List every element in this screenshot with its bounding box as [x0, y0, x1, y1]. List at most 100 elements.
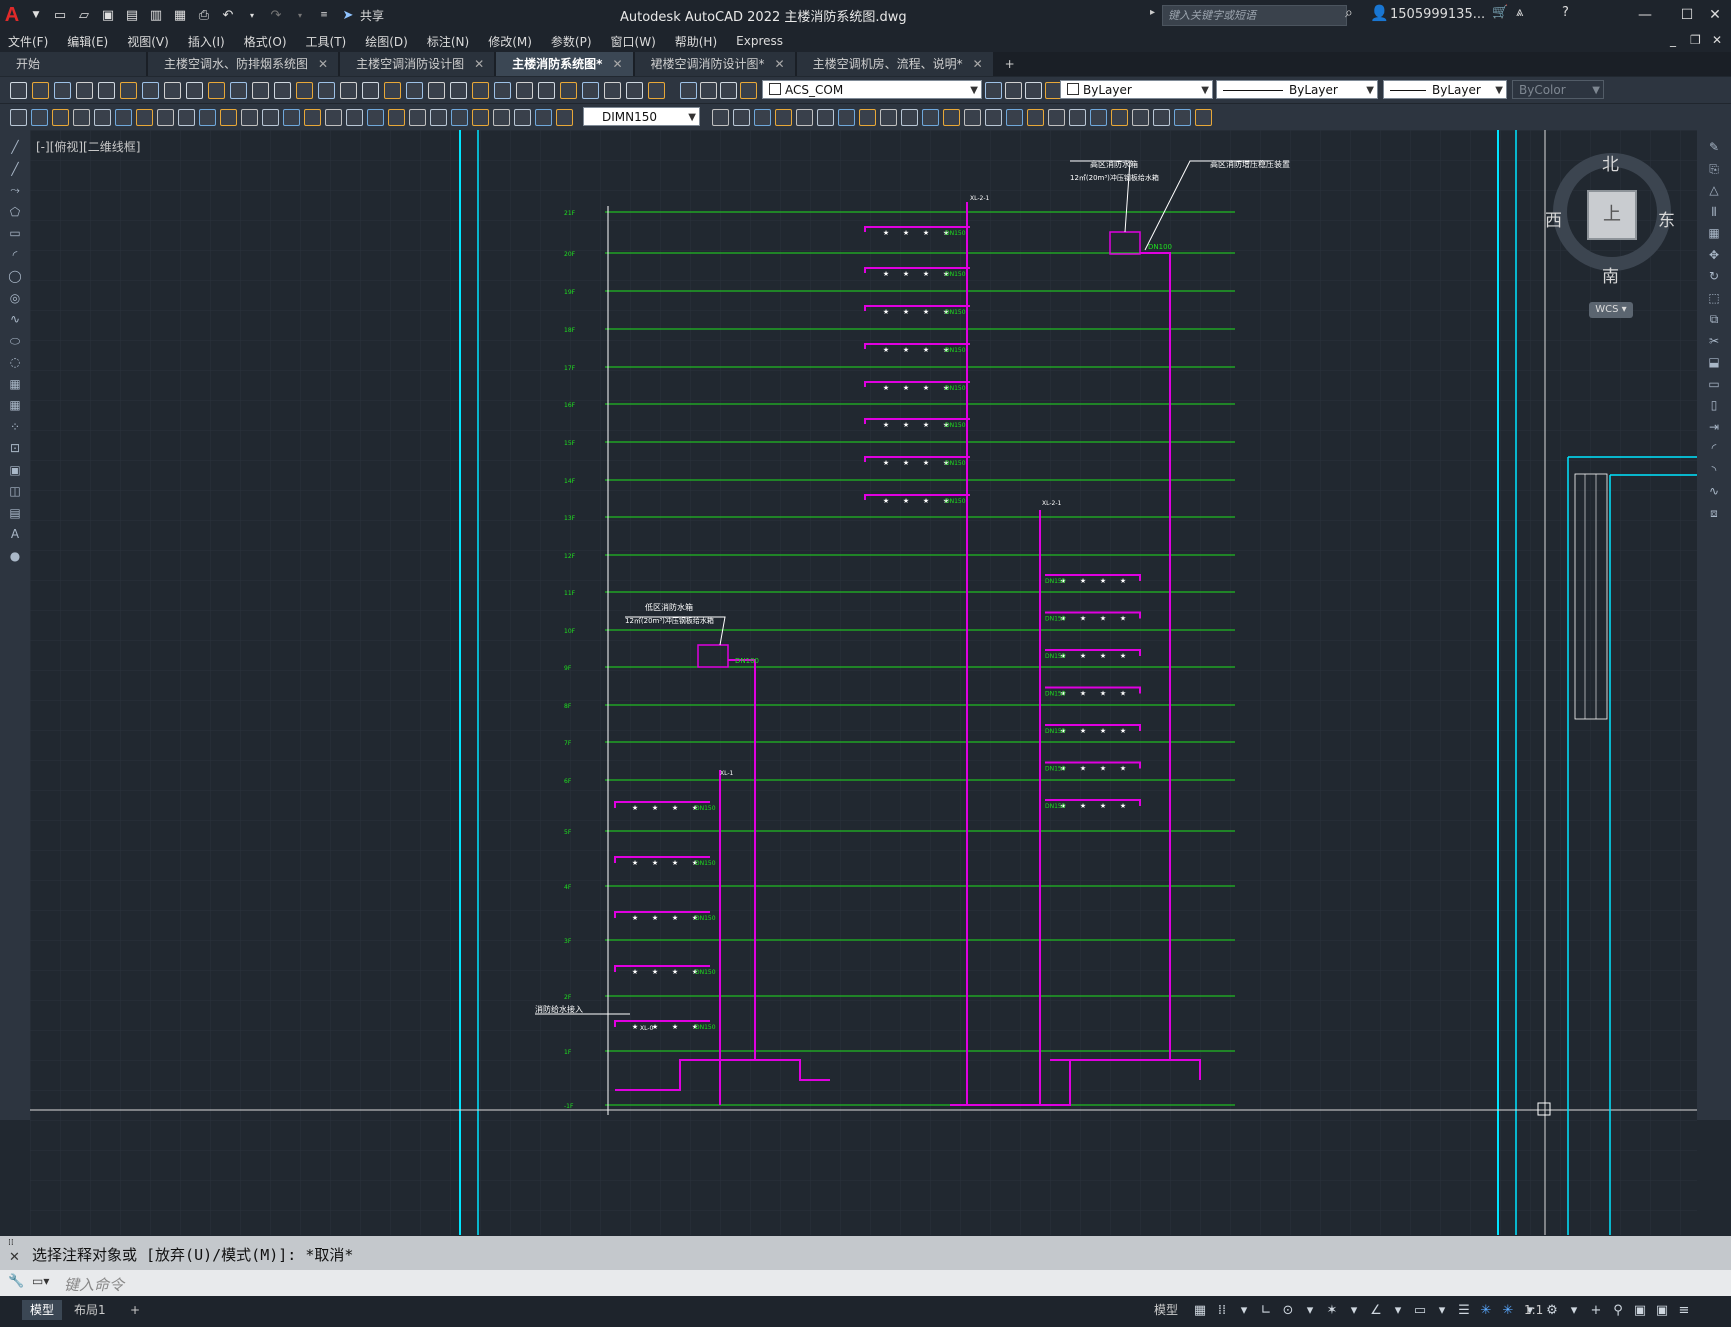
redo-dropdown-icon[interactable]: ▾: [292, 7, 308, 23]
share-button[interactable]: 共享: [360, 7, 384, 24]
menu-format[interactable]: 格式(O): [244, 33, 287, 50]
standard-tool-icon[interactable]: [1025, 82, 1042, 99]
dimension-tool-icon[interactable]: [10, 109, 27, 126]
new-file-icon[interactable]: ▭: [52, 7, 68, 23]
dimension-tool-icon[interactable]: [1153, 109, 1170, 126]
draw-tool-icon[interactable]: ▦: [8, 377, 22, 391]
ortho-icon[interactable]: ∟: [1258, 1303, 1274, 1319]
polar-icon[interactable]: ⊙: [1280, 1303, 1296, 1319]
draw-tool-icon[interactable]: ⬠: [8, 205, 22, 219]
wrench-icon[interactable]: 🔧: [8, 1274, 24, 1289]
customize-qat-icon[interactable]: ≡: [316, 7, 332, 23]
dimension-tool-icon[interactable]: [985, 109, 1002, 126]
dimension-tool-icon[interactable]: [94, 109, 111, 126]
standard-tool-icon[interactable]: [318, 82, 335, 99]
lineweight-combo[interactable]: ByLayer ▼: [1383, 80, 1507, 99]
dimension-tool-icon[interactable]: [964, 109, 981, 126]
dimension-tool-icon[interactable]: [220, 109, 237, 126]
modify-tool-icon[interactable]: ⫴: [1707, 205, 1721, 219]
standard-tool-icon[interactable]: [985, 82, 1002, 99]
osnap-menu-icon[interactable]: ▾: [1434, 1303, 1450, 1319]
draw-tool-icon[interactable]: ⁘: [8, 420, 22, 434]
modify-tool-icon[interactable]: ⎘: [1707, 162, 1721, 176]
menu-help[interactable]: 帮助(H): [675, 33, 717, 50]
draw-tool-icon[interactable]: ⬭: [8, 334, 22, 348]
dimension-tool-icon[interactable]: [1132, 109, 1149, 126]
standard-tool-icon[interactable]: [32, 82, 49, 99]
draw-tool-icon[interactable]: A: [8, 527, 22, 541]
close-button[interactable]: ✕: [1702, 4, 1728, 26]
draw-tool-icon[interactable]: ▭: [8, 226, 22, 240]
menu-draw[interactable]: 绘图(D): [365, 33, 408, 50]
standard-tool-icon[interactable]: [230, 82, 247, 99]
standard-tool-icon[interactable]: [700, 82, 717, 99]
dimension-tool-icon[interactable]: [73, 109, 90, 126]
grid-icon[interactable]: ▦: [1192, 1303, 1208, 1319]
dimension-tool-icon[interactable]: [262, 109, 279, 126]
modify-tool-icon[interactable]: ✎: [1707, 140, 1721, 154]
dimension-tool-icon[interactable]: [304, 109, 321, 126]
color-combo[interactable]: ByLayer ▼: [1060, 80, 1213, 99]
draw-tool-icon[interactable]: ◫: [8, 484, 22, 498]
dimension-tool-icon[interactable]: [325, 109, 342, 126]
draw-tool-icon[interactable]: ◌: [8, 355, 22, 369]
chevron-down-icon[interactable]: ▼: [28, 7, 44, 23]
dimension-tool-icon[interactable]: [493, 109, 510, 126]
layout-tab-layout1[interactable]: 布局1: [66, 1300, 114, 1320]
modify-tool-icon[interactable]: ⬓: [1707, 355, 1721, 369]
draw-tool-icon[interactable]: ∿: [8, 312, 22, 326]
hardware-icon[interactable]: ▣: [1654, 1303, 1670, 1319]
open-folder-icon[interactable]: ▱: [76, 7, 92, 23]
standard-tool-icon[interactable]: [98, 82, 115, 99]
save-as-icon[interactable]: ▤: [124, 7, 140, 23]
user-icon[interactable]: 👤: [1370, 4, 1389, 22]
standard-tool-icon[interactable]: [208, 82, 225, 99]
dimension-tool-icon[interactable]: [817, 109, 834, 126]
draw-tool-icon[interactable]: ●: [8, 549, 22, 563]
dimension-tool-icon[interactable]: [136, 109, 153, 126]
dimension-tool-icon[interactable]: [115, 109, 132, 126]
customize-icon[interactable]: ≡: [1676, 1303, 1692, 1319]
minimize-button[interactable]: —: [1632, 4, 1658, 26]
standard-tool-icon[interactable]: [450, 82, 467, 99]
standard-tool-icon[interactable]: [362, 82, 379, 99]
auto-scale-icon[interactable]: ✳: [1500, 1303, 1516, 1319]
standard-tool-icon[interactable]: [560, 82, 577, 99]
snap-menu-icon[interactable]: ▾: [1236, 1303, 1252, 1319]
close-icon[interactable]: ✕: [474, 57, 484, 71]
lineweight-icon[interactable]: ☰: [1456, 1303, 1472, 1319]
modify-tool-icon[interactable]: ⧈: [1707, 506, 1721, 520]
compass-west[interactable]: 西: [1545, 206, 1562, 231]
dimension-tool-icon[interactable]: [733, 109, 750, 126]
standard-tool-icon[interactable]: [10, 82, 27, 99]
dimension-tool-icon[interactable]: [283, 109, 300, 126]
compass-east[interactable]: 东: [1658, 206, 1675, 231]
tab-hvac-smoke[interactable]: 主楼空调水、防排烟系统图 ✕: [148, 52, 339, 76]
modify-tool-icon[interactable]: ◝: [1707, 463, 1721, 477]
cart-icon[interactable]: 🛒: [1492, 5, 1508, 20]
standard-tool-icon[interactable]: [604, 82, 621, 99]
modify-tool-icon[interactable]: ⬚: [1707, 291, 1721, 305]
osnap-icon[interactable]: ▭: [1412, 1303, 1428, 1319]
tab-machine-room[interactable]: 主楼空调机房、流程、说明* ✕: [796, 52, 993, 76]
standard-tool-icon[interactable]: [740, 82, 757, 99]
layout-tab-model[interactable]: 模型: [22, 1300, 63, 1320]
close-icon[interactable]: ✕: [775, 57, 785, 71]
standard-tool-icon[interactable]: [648, 82, 665, 99]
autocad-logo[interactable]: A: [4, 4, 20, 26]
standard-tool-icon[interactable]: [340, 82, 357, 99]
draw-tool-icon[interactable]: ◜: [8, 248, 22, 262]
standard-tool-icon[interactable]: [472, 82, 489, 99]
dimension-tool-icon[interactable]: [199, 109, 216, 126]
close-icon[interactable]: ✕: [612, 57, 622, 71]
layer-combo[interactable]: ACS_COM ▼: [762, 80, 982, 99]
compass-south[interactable]: 南: [1602, 262, 1619, 287]
modify-tool-icon[interactable]: ▭: [1707, 377, 1721, 391]
dimension-tool-icon[interactable]: [388, 109, 405, 126]
dimension-tool-icon[interactable]: [367, 109, 384, 126]
object-track-icon[interactable]: ∠: [1368, 1303, 1384, 1319]
dimension-tool-icon[interactable]: [796, 109, 813, 126]
command-prompt-icon[interactable]: ▭▾: [32, 1274, 49, 1288]
standard-tool-icon[interactable]: [296, 82, 313, 99]
menu-dimension[interactable]: 标注(N): [427, 33, 469, 50]
